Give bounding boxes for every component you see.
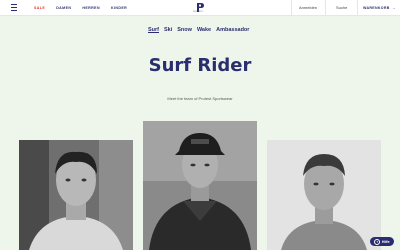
page-title: Surf Rider [148,55,252,76]
account-link[interactable]: Anmelden [299,0,317,15]
nav-item-sale[interactable]: SALE [34,6,45,10]
cart-label: WARENKORB [363,5,390,10]
rider-photo-1 [19,140,133,250]
subnav-wake[interactable]: Wake [197,27,211,33]
hamburger-icon[interactable] [11,4,17,11]
rider-card-2[interactable] [143,121,257,250]
top-bar: SALE DAMEN HERREN KINDER PROTEST Anmelde… [0,0,400,16]
question-icon: ? [374,238,381,245]
divider [291,0,292,15]
page-subtitle: Meet the team of Protest Sportswear [167,96,233,101]
nav-item-damen[interactable]: DAMEN [56,6,71,10]
subnav-snow[interactable]: Snow [177,27,192,33]
rider-card-1[interactable] [19,140,133,250]
help-button[interactable]: ? Hilfe [370,237,394,246]
nav-item-kinder[interactable]: KINDER [111,6,127,10]
divider [325,0,326,15]
help-label: Hilfe [381,239,390,244]
rider-card-3[interactable] [267,140,381,250]
arrow-right-icon: → [391,5,396,10]
nav-item-herren[interactable]: HERREN [82,6,100,10]
rider-photo-2 [143,121,257,250]
divider [357,0,358,15]
logo-text: PROTEST [193,11,203,13]
subnav-ambassador[interactable]: Ambassador [216,27,249,33]
subnav-surf[interactable]: Surf [148,27,159,33]
main-nav: SALE DAMEN HERREN KINDER [34,0,127,15]
rider-photo-3 [267,140,381,250]
subnav-ski[interactable]: Ski [164,27,172,33]
cart-button[interactable]: WARENKORB → [363,0,396,15]
search-link[interactable]: Suche [336,0,347,15]
category-subnav: Surf Ski Snow Wake Ambassador [148,27,249,33]
